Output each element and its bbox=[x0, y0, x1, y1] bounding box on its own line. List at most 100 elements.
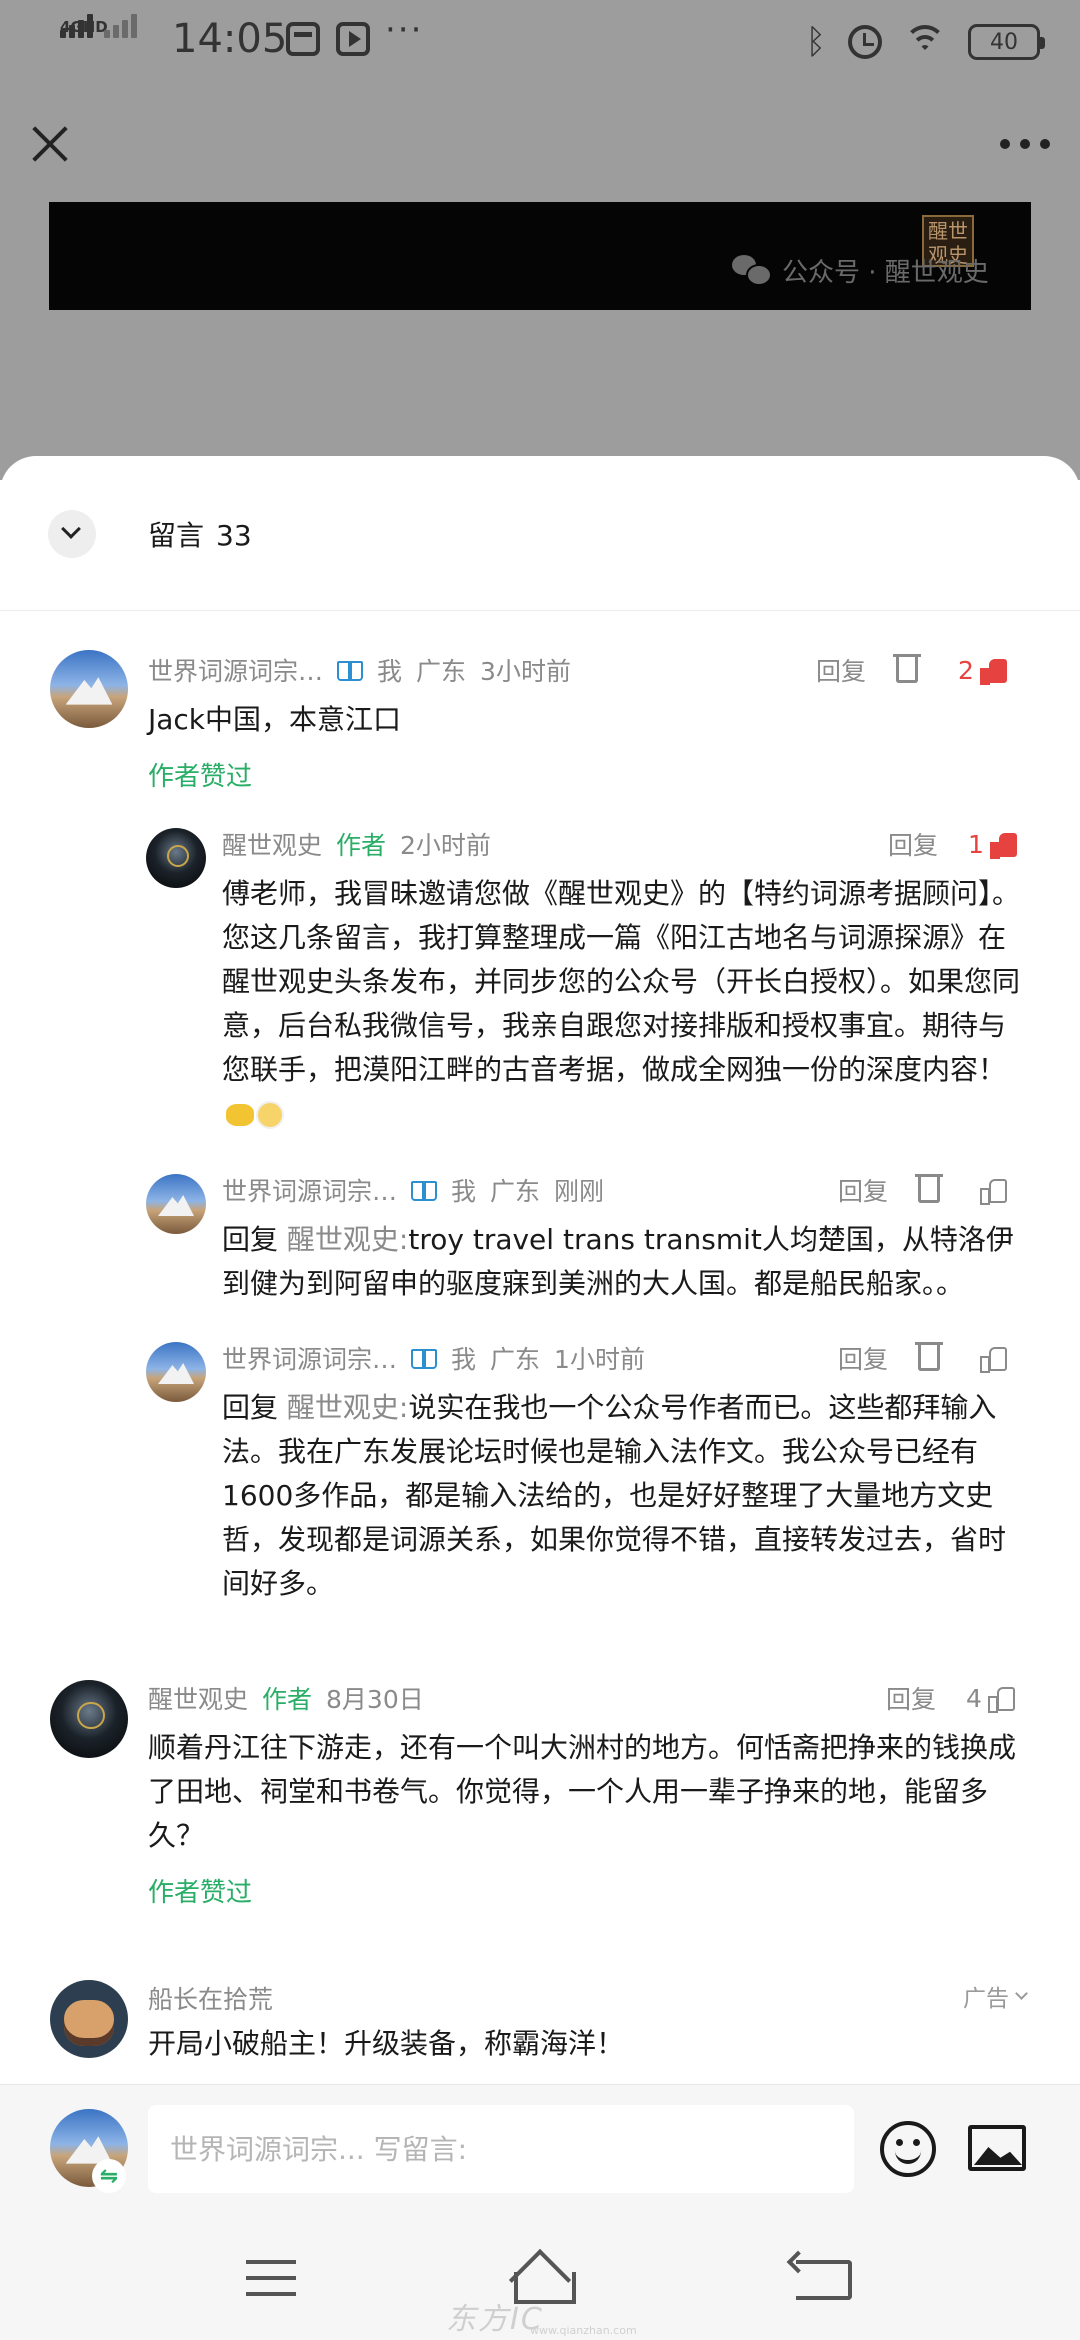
reply-actions: 回复 1 bbox=[888, 824, 1017, 864]
ad-avatar[interactable] bbox=[50, 1980, 128, 2058]
book-icon bbox=[411, 1179, 438, 1201]
comment-actions: 回复 2 bbox=[816, 650, 1007, 690]
collapse-button[interactable] bbox=[48, 510, 96, 558]
sheet-title: 留言 33 bbox=[148, 514, 252, 554]
like-count: 1 bbox=[968, 829, 984, 859]
comment-actions: 回复 4 bbox=[886, 1678, 1015, 1718]
sheet-header: 留言 33 bbox=[0, 456, 1080, 611]
username[interactable]: 世界词源词宗… bbox=[222, 1172, 397, 1208]
reply-button[interactable]: 回复 bbox=[816, 652, 866, 688]
username[interactable]: 世界词源词宗… bbox=[222, 1340, 397, 1376]
menu-icon[interactable] bbox=[246, 2260, 296, 2296]
ad-meta: 船长在拾荒 bbox=[148, 1978, 273, 2018]
avatar[interactable] bbox=[146, 828, 206, 888]
avatar[interactable] bbox=[50, 650, 128, 728]
book-icon bbox=[337, 659, 364, 681]
emoji-icon[interactable] bbox=[880, 2121, 936, 2177]
book-icon bbox=[411, 1347, 438, 1369]
wifi-icon bbox=[904, 25, 946, 59]
comment-text: 顺着丹江往下游走，还有一个叫大洲村的地方。何恬斋把挣来的钱换成了田地、祠堂和书卷… bbox=[148, 1731, 1017, 1852]
author-tag: 作者 bbox=[336, 831, 387, 860]
ad-text: 开局小破船主！升级装备，称霸海洋！ bbox=[148, 2027, 625, 2060]
reply-button[interactable]: 回复 bbox=[888, 826, 938, 862]
reply-meta: 世界词源词宗… 我 广东 1小时前 bbox=[222, 1338, 645, 1378]
wechat-icon bbox=[732, 255, 772, 286]
back-icon[interactable] bbox=[796, 2260, 852, 2300]
location: 广东 bbox=[416, 657, 467, 686]
watermark-text: 公众号 · 醒世观史 bbox=[782, 257, 989, 288]
chevron-down-icon bbox=[61, 519, 81, 539]
switch-account-icon[interactable]: ⇋ bbox=[92, 2159, 126, 2193]
video-app-icon bbox=[336, 22, 370, 56]
like-count: 2 bbox=[958, 655, 974, 685]
reply-text: 回复 醒世观史:说实在我也一个公众号作者而已。这些都拜输入法。我在广东发展论坛时… bbox=[222, 1386, 1030, 1606]
timestamp: 3小时前 bbox=[480, 657, 571, 686]
handshake-emoji-icon bbox=[226, 1104, 254, 1126]
battery-indicator: 40 bbox=[968, 24, 1045, 60]
reply-actions: 回复 bbox=[838, 1338, 1008, 1378]
username[interactable]: 醒世观史 bbox=[222, 826, 322, 862]
thumb-up-icon[interactable] bbox=[989, 831, 1017, 859]
ad-tag[interactable]: 广告 bbox=[963, 1976, 1028, 2016]
avatar[interactable] bbox=[146, 1342, 206, 1402]
comment-meta: 世界词源词宗… 我 广东 3小时前 bbox=[148, 650, 571, 690]
ad-username[interactable]: 船长在拾荒 bbox=[148, 1980, 273, 2016]
timestamp: 8月30日 bbox=[326, 1685, 424, 1714]
comment-text: Jack中国，本意江口 bbox=[148, 703, 402, 736]
reply-button[interactable]: 回复 bbox=[886, 1680, 936, 1716]
reply-target[interactable]: 醒世观史: bbox=[287, 1223, 408, 1256]
location: 广东 bbox=[490, 1177, 541, 1206]
more-options-icon[interactable] bbox=[1000, 132, 1050, 156]
timestamp: 2小时前 bbox=[400, 831, 491, 860]
account-watermark: 公众号 · 醒世观史 bbox=[732, 250, 989, 290]
trash-icon[interactable] bbox=[893, 654, 922, 683]
thumb-up-icon[interactable] bbox=[980, 1177, 1008, 1205]
author-liked-label: 作者赞过 bbox=[148, 1878, 253, 1908]
reply-prefix: 回复 bbox=[222, 1223, 279, 1256]
reply-prefix: 回复 bbox=[222, 1391, 279, 1424]
trash-icon[interactable] bbox=[915, 1342, 944, 1371]
alarm-icon bbox=[848, 25, 882, 59]
username[interactable]: 醒世观史 bbox=[148, 1680, 248, 1716]
close-icon[interactable] bbox=[30, 124, 70, 164]
more-notifications-icon: ··· bbox=[385, 10, 424, 50]
trash-icon[interactable] bbox=[915, 1174, 944, 1203]
reply-meta: 世界词源词宗… 我 广东 刚刚 bbox=[222, 1170, 604, 1210]
bluetooth-icon: ᛒ bbox=[805, 22, 826, 62]
status-right: ᛒ 40 bbox=[805, 18, 1045, 66]
like-count: 4 bbox=[966, 1683, 982, 1713]
reply-text: 傅老师，我冒昧邀请您做《醒世观史》的【特约词源考据顾问】。您这几条留言，我打算整… bbox=[222, 872, 1030, 1136]
comment-composer: ⇋ bbox=[0, 2084, 1080, 2214]
comment-input[interactable] bbox=[148, 2105, 854, 2193]
location: 广东 bbox=[490, 1345, 541, 1374]
author-tag: 作者 bbox=[262, 1685, 313, 1714]
ad-label: 广告 bbox=[963, 1986, 1009, 2012]
reply-target[interactable]: 醒世观史: bbox=[287, 1391, 408, 1424]
reply-actions: 回复 bbox=[838, 1170, 1008, 1210]
thumb-up-icon[interactable] bbox=[979, 657, 1007, 685]
username[interactable]: 世界词源词宗… bbox=[148, 652, 323, 688]
reply-body: 傅老师，我冒昧邀请您做《醒世观史》的【特约词源考据顾问】。您这几条留言，我打算整… bbox=[222, 877, 1021, 1086]
me-tag: 我 bbox=[451, 1345, 477, 1374]
signal-indicator: 4GHD bbox=[60, 14, 140, 60]
reply-text: 回复 醒世观史:troy travel trans transmit人均楚国，从… bbox=[222, 1218, 1030, 1306]
reply-button[interactable]: 回复 bbox=[838, 1340, 888, 1376]
timestamp: 刚刚 bbox=[554, 1177, 605, 1206]
reply-meta: 醒世观史 作者 2小时前 bbox=[222, 824, 491, 864]
thumb-up-icon[interactable] bbox=[980, 1345, 1008, 1373]
thumb-up-icon[interactable] bbox=[987, 1685, 1015, 1713]
reply-button[interactable]: 回复 bbox=[838, 1172, 888, 1208]
avatar[interactable] bbox=[50, 1680, 128, 1758]
chevron-down-icon bbox=[1015, 1986, 1028, 2000]
avatar[interactable] bbox=[146, 1174, 206, 1234]
status-bar: 4GHD 14:05 ··· ᛒ bbox=[0, 0, 1080, 84]
comments-sheet: 留言 33 世界词源词宗… 我 广东 3小时前 回复 2 Jack中国，本意江口 … bbox=[0, 456, 1080, 2084]
image-icon[interactable] bbox=[968, 2125, 1026, 2171]
me-tag: 我 bbox=[451, 1177, 477, 1206]
clock: 14:05 bbox=[172, 16, 288, 62]
author-liked-label: 作者赞过 bbox=[148, 762, 253, 792]
cheers-emoji-icon bbox=[256, 1101, 284, 1129]
site-watermark-url: www.qianzhan.com bbox=[530, 2324, 637, 2337]
me-tag: 我 bbox=[377, 657, 403, 686]
sim-card-icon bbox=[286, 22, 320, 56]
